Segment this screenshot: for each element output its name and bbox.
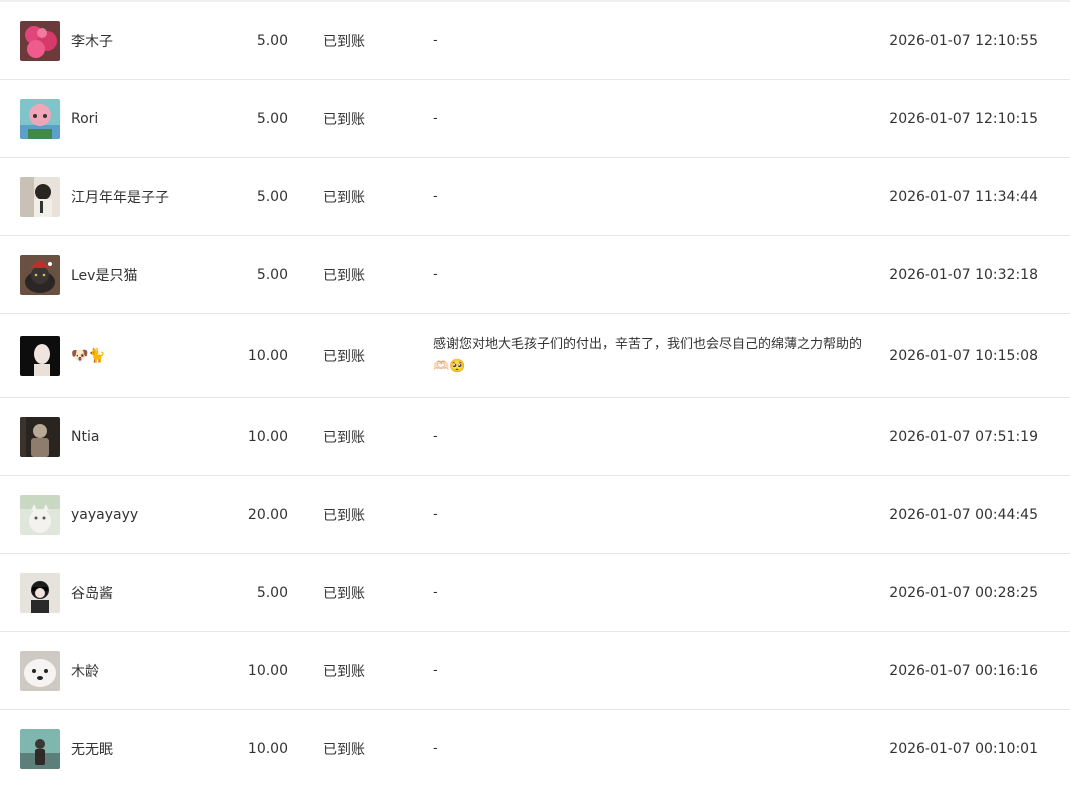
donor-name: yayayayy	[71, 506, 139, 523]
donation-amount: 10.00	[247, 428, 288, 445]
avatar[interactable]	[20, 255, 60, 295]
avatar[interactable]	[20, 573, 60, 613]
timestamp: 2026-01-07 00:16:16	[889, 662, 1038, 679]
timestamp: 2026-01-07 00:44:45	[889, 506, 1038, 523]
status-text: 已到账	[323, 742, 365, 758]
timestamp: 2026-01-07 07:51:19	[889, 428, 1038, 445]
donor-name: 李木子	[71, 33, 113, 50]
donor-message: -	[433, 32, 438, 48]
timestamp: 2026-01-07 00:10:01	[889, 741, 1038, 757]
timestamp: 2026-01-07 00:28:25	[889, 584, 1038, 601]
donation-amount: 20.00	[247, 506, 288, 523]
list-item: Rori 5.00 已到账 - 2026-01-07 12:10:15	[0, 80, 1070, 158]
donor-name: 江月年年是子子	[71, 189, 169, 206]
donation-amount: 10.00	[247, 347, 288, 364]
timestamp: 2026-01-07 10:15:08	[889, 347, 1038, 364]
status-text: 已到账	[323, 507, 365, 524]
list-item: 李木子 5.00 已到账 - 2026-01-07 12:10:55	[0, 2, 1070, 80]
donor-message: -	[433, 428, 438, 444]
list-item: 🐶🐈 10.00 已到账 感谢您对地大毛孩子们的付出，辛苦了，我们也会尽自己的绵…	[0, 314, 1070, 398]
donation-amount: 5.00	[256, 32, 288, 49]
donor-message: -	[433, 506, 438, 522]
list-item: 江月年年是子子 5.00 已到账 - 2026-01-07 11:34:44	[0, 158, 1070, 236]
donor-name: 木龄	[71, 663, 99, 680]
donor-name: Ntia	[71, 428, 100, 445]
donor-name: Lev是只猫	[71, 267, 138, 284]
donation-amount: 5.00	[256, 266, 288, 283]
avatar[interactable]	[20, 177, 60, 217]
donor-message: -	[433, 741, 438, 756]
list-item: yayayayy 20.00 已到账 - 2026-01-07 00:44:45	[0, 476, 1070, 554]
status-text: 已到账	[323, 267, 365, 284]
avatar[interactable]	[20, 729, 60, 769]
donor-name: 无无眠	[71, 742, 113, 758]
status-text: 已到账	[323, 111, 365, 128]
status-text: 已到账	[323, 429, 365, 446]
list-item: 谷岛酱 5.00 已到账 - 2026-01-07 00:28:25	[0, 554, 1070, 632]
donor-message: -	[433, 662, 438, 678]
avatar[interactable]	[20, 417, 60, 457]
avatar[interactable]	[20, 336, 60, 376]
donation-amount: 5.00	[256, 188, 288, 205]
timestamp: 2026-01-07 12:10:15	[889, 110, 1038, 127]
donation-amount: 5.00	[256, 584, 288, 601]
status-text: 已到账	[323, 585, 365, 602]
donor-name: 🐶🐈	[71, 347, 106, 364]
avatar[interactable]	[20, 495, 60, 535]
avatar[interactable]	[20, 651, 60, 691]
donation-amount: 10.00	[247, 662, 288, 679]
donor-message: -	[433, 266, 438, 282]
donation-list: 李木子 5.00 已到账 - 2026-01-07 12:10:55 Rori …	[0, 2, 1070, 788]
donation-amount: 10.00	[247, 741, 288, 757]
donor-message: -	[433, 188, 438, 204]
list-item: 木龄 10.00 已到账 - 2026-01-07 00:16:16	[0, 632, 1070, 710]
donor-message: 感谢您对地大毛孩子们的付出，辛苦了，我们也会尽自己的绵薄之力帮助的🫶🏻🥺	[433, 336, 863, 374]
list-item: Lev是只猫 5.00 已到账 - 2026-01-07 10:32:18	[0, 236, 1070, 314]
avatar[interactable]	[20, 99, 60, 139]
timestamp: 2026-01-07 10:32:18	[889, 266, 1038, 283]
avatar[interactable]	[20, 21, 60, 61]
timestamp: 2026-01-07 12:10:55	[889, 32, 1038, 49]
donor-name: Rori	[71, 110, 99, 127]
donor-message: -	[433, 110, 438, 126]
status-text: 已到账	[323, 33, 365, 50]
list-item: Ntia 10.00 已到账 - 2026-01-07 07:51:19	[0, 398, 1070, 476]
list-item: 无无眠 10.00 已到账 - 2026-01-07 00:10:01	[0, 710, 1070, 788]
status-text: 已到账	[323, 348, 365, 365]
donation-amount: 5.00	[256, 110, 288, 127]
status-text: 已到账	[323, 189, 365, 206]
timestamp: 2026-01-07 11:34:44	[889, 188, 1038, 205]
donor-name: 谷岛酱	[71, 585, 113, 602]
donor-message: -	[433, 584, 438, 600]
status-text: 已到账	[323, 663, 365, 680]
